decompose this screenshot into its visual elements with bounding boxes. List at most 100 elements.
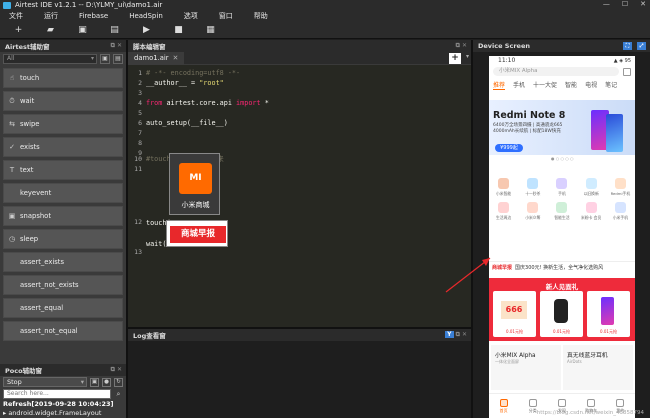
record-icon[interactable]: ▦ [206, 25, 215, 35]
api-snapshot-button[interactable]: ▣ snapshot [3, 206, 123, 226]
grid-item[interactable]: 智能生活 [549, 202, 575, 221]
fullscreen-icon[interactable]: ⤢ [637, 42, 646, 50]
record-icon[interactable]: ● [102, 377, 111, 387]
phone-tab[interactable]: 智能 [565, 80, 577, 89]
log-panel-buttons[interactable]: Y ⧉ ✕ [445, 331, 467, 339]
script-image-mi-store[interactable]: MI 小米商城 [169, 153, 220, 215]
grid-item[interactable]: Redmi手机 [607, 178, 633, 197]
gift-card[interactable]: 0.01元抢 [587, 291, 630, 337]
grid-item[interactable]: 以旧换新 [578, 178, 604, 197]
phone-tab[interactable]: 电视 [585, 80, 597, 89]
category-icon [614, 178, 626, 189]
api-wait-button[interactable]: ⏱ wait [3, 91, 123, 111]
tab-menu-icon[interactable]: ▾ [466, 53, 469, 60]
grid-item[interactable]: 小米智能 [491, 178, 517, 197]
promo-card[interactable]: 小米MIX Alpha 一体化全面屏 [491, 345, 561, 390]
grid-row: 小米智能 十一秒杀 手机 以旧换新 Redmi手机 [489, 178, 635, 197]
api-filter-select[interactable]: All [3, 54, 97, 64]
grid-item[interactable]: 小米手机 [607, 202, 633, 221]
airtest-panel-title: Airtest辅助窗 ⧉ ✕ [0, 40, 126, 52]
menu-help[interactable]: 帮助 [254, 11, 268, 21]
close-icon[interactable]: ✕ [640, 0, 646, 8]
grid-item[interactable]: 米粉卡 会员 [578, 202, 604, 221]
save-as-icon[interactable]: ▤ [110, 25, 119, 35]
menu-file[interactable]: 文件 [9, 11, 23, 21]
newcomer-gift-block[interactable]: 新人见面礼 666 0.01元抢 0.01元抢 0.01元抢 [489, 278, 635, 341]
search-icon[interactable]: ⌕ [114, 390, 123, 399]
run-icon[interactable]: ▶ [142, 25, 151, 35]
grid-item[interactable]: 十一秒杀 [520, 178, 546, 197]
lock-icon[interactable]: ▣ [90, 377, 99, 387]
grid-item[interactable]: 生活周边 [491, 202, 517, 221]
api-label: assert_exists [20, 258, 65, 266]
panel-float-close-icon[interactable]: ⧉ ✕ [111, 42, 122, 50]
stop-icon[interactable]: ■ [174, 25, 183, 35]
poco-mode-select[interactable]: Stop [3, 377, 87, 387]
settings-icon[interactable]: ▤ [113, 54, 123, 64]
grid-item[interactable]: 小米众筹 [520, 202, 546, 221]
gift-card-value: 666 [501, 301, 527, 319]
script-editor-panel: 脚本编辑窗 ⧉ ✕ damo1.air ✕ + ▾ 1 2 3 4 5 6 7 8… [128, 40, 471, 327]
poco-search-input[interactable]: Search here... [3, 389, 111, 399]
api-assert-not-exists-button[interactable]: assert_not_exists [3, 275, 123, 295]
gift-card[interactable]: 0.01元抢 [540, 291, 583, 337]
new-tab-button[interactable]: + [449, 53, 461, 64]
gift-card-caption: 0.01元抢 [600, 329, 617, 334]
grid-item[interactable]: 手机 [549, 178, 575, 197]
api-swipe-button[interactable]: ⇆ swipe [3, 114, 123, 134]
gift-card[interactable]: 666 0.01元抢 [493, 291, 536, 337]
text-icon: T [9, 166, 15, 174]
poco-tree-item[interactable]: ▸ android.widget.FrameLayout [0, 409, 126, 418]
api-keyevent-button[interactable]: keyevent [3, 183, 123, 203]
device-panel-title: Device Screen ⛶ ⤢ [473, 40, 650, 52]
minimize-icon[interactable]: — [603, 0, 610, 8]
device-title-text: Device Screen [478, 42, 530, 50]
api-assert-exists-button[interactable]: assert_exists [3, 252, 123, 272]
gift-card-caption: 0.01元抢 [506, 329, 523, 334]
phone-tab[interactable]: 手机 [513, 80, 525, 89]
code-token: from [146, 99, 163, 107]
phone-screen[interactable]: 11:10 ▲ ◈ 95 小米MIX Alpha 推荐 手机 十一大促 智能 电… [489, 56, 635, 418]
api-sleep-button[interactable]: ◷ sleep [3, 229, 123, 249]
api-filter-row: All ▣ ▤ [0, 52, 126, 66]
api-assert-not-equal-button[interactable]: assert_not_equal [3, 321, 123, 341]
menu-window[interactable]: 窗口 [219, 11, 233, 21]
airtest-assist-panel: Airtest辅助窗 ⧉ ✕ All ▣ ▤ ☝ touch ⏱ wait ⇆ swi… [0, 40, 126, 418]
grid-label: 米粉卡 会员 [581, 215, 602, 220]
category-icon [556, 178, 568, 189]
nav-home[interactable]: 首页 [492, 398, 516, 414]
phone-banner[interactable]: Redmi Note 8 6400万全场景四摄 | 高通骁龙665 4000mA… [489, 100, 635, 155]
panel-float-close-icon[interactable]: ⧉ ✕ [111, 366, 122, 374]
panel-float-close-icon[interactable]: ⧉ ✕ [456, 42, 467, 50]
news-strip[interactable]: 商城早报 国庆300元! 换新生活，全气净化选购风 [489, 261, 635, 272]
open-folder-icon[interactable]: ▰ [46, 25, 55, 35]
phone-search-input[interactable]: 小米MIX Alpha [493, 67, 619, 76]
api-touch-button[interactable]: ☝ touch [3, 68, 123, 88]
api-assert-equal-button[interactable]: assert_equal [3, 298, 123, 318]
menu-firebase[interactable]: Firebase [79, 12, 108, 20]
api-text-button[interactable]: Ttext [3, 160, 123, 180]
new-file-icon[interactable]: + [14, 25, 23, 35]
touch-icon: ☝ [9, 74, 15, 82]
menu-options[interactable]: 选项 [184, 11, 198, 21]
connect-icon[interactable]: ⛶ [623, 42, 632, 50]
menu-headspin[interactable]: HeadSpin [129, 12, 163, 20]
grid-label: 以旧换新 [583, 191, 599, 196]
record-image-icon[interactable]: ▣ [100, 54, 110, 64]
refresh-icon[interactable]: ↻ [114, 377, 123, 387]
phone-tab[interactable]: 笔记 [605, 80, 617, 89]
poco-panel-title-text: Poco辅助窗 [5, 367, 43, 375]
phone-tab[interactable]: 推荐 [493, 80, 506, 90]
maximize-icon[interactable]: ☐ [622, 0, 628, 8]
tab-damo1[interactable]: damo1.air ✕ [128, 51, 185, 65]
filter-icon[interactable]: Y [445, 331, 454, 338]
tab-close-icon[interactable]: ✕ [173, 54, 179, 62]
phone-tab[interactable]: 十一大促 [533, 80, 557, 89]
api-exists-button[interactable]: ✓ exists [3, 137, 123, 157]
script-image-news[interactable]: 商城早报 [166, 220, 228, 247]
profile-icon[interactable] [623, 67, 631, 76]
poco-search-row: Search here... ⌕ [0, 388, 126, 400]
menu-run[interactable]: 运行 [44, 11, 58, 21]
save-icon[interactable]: ▣ [78, 25, 87, 35]
promo-card[interactable]: 真无线蓝牙耳机 AirDots [563, 345, 633, 390]
